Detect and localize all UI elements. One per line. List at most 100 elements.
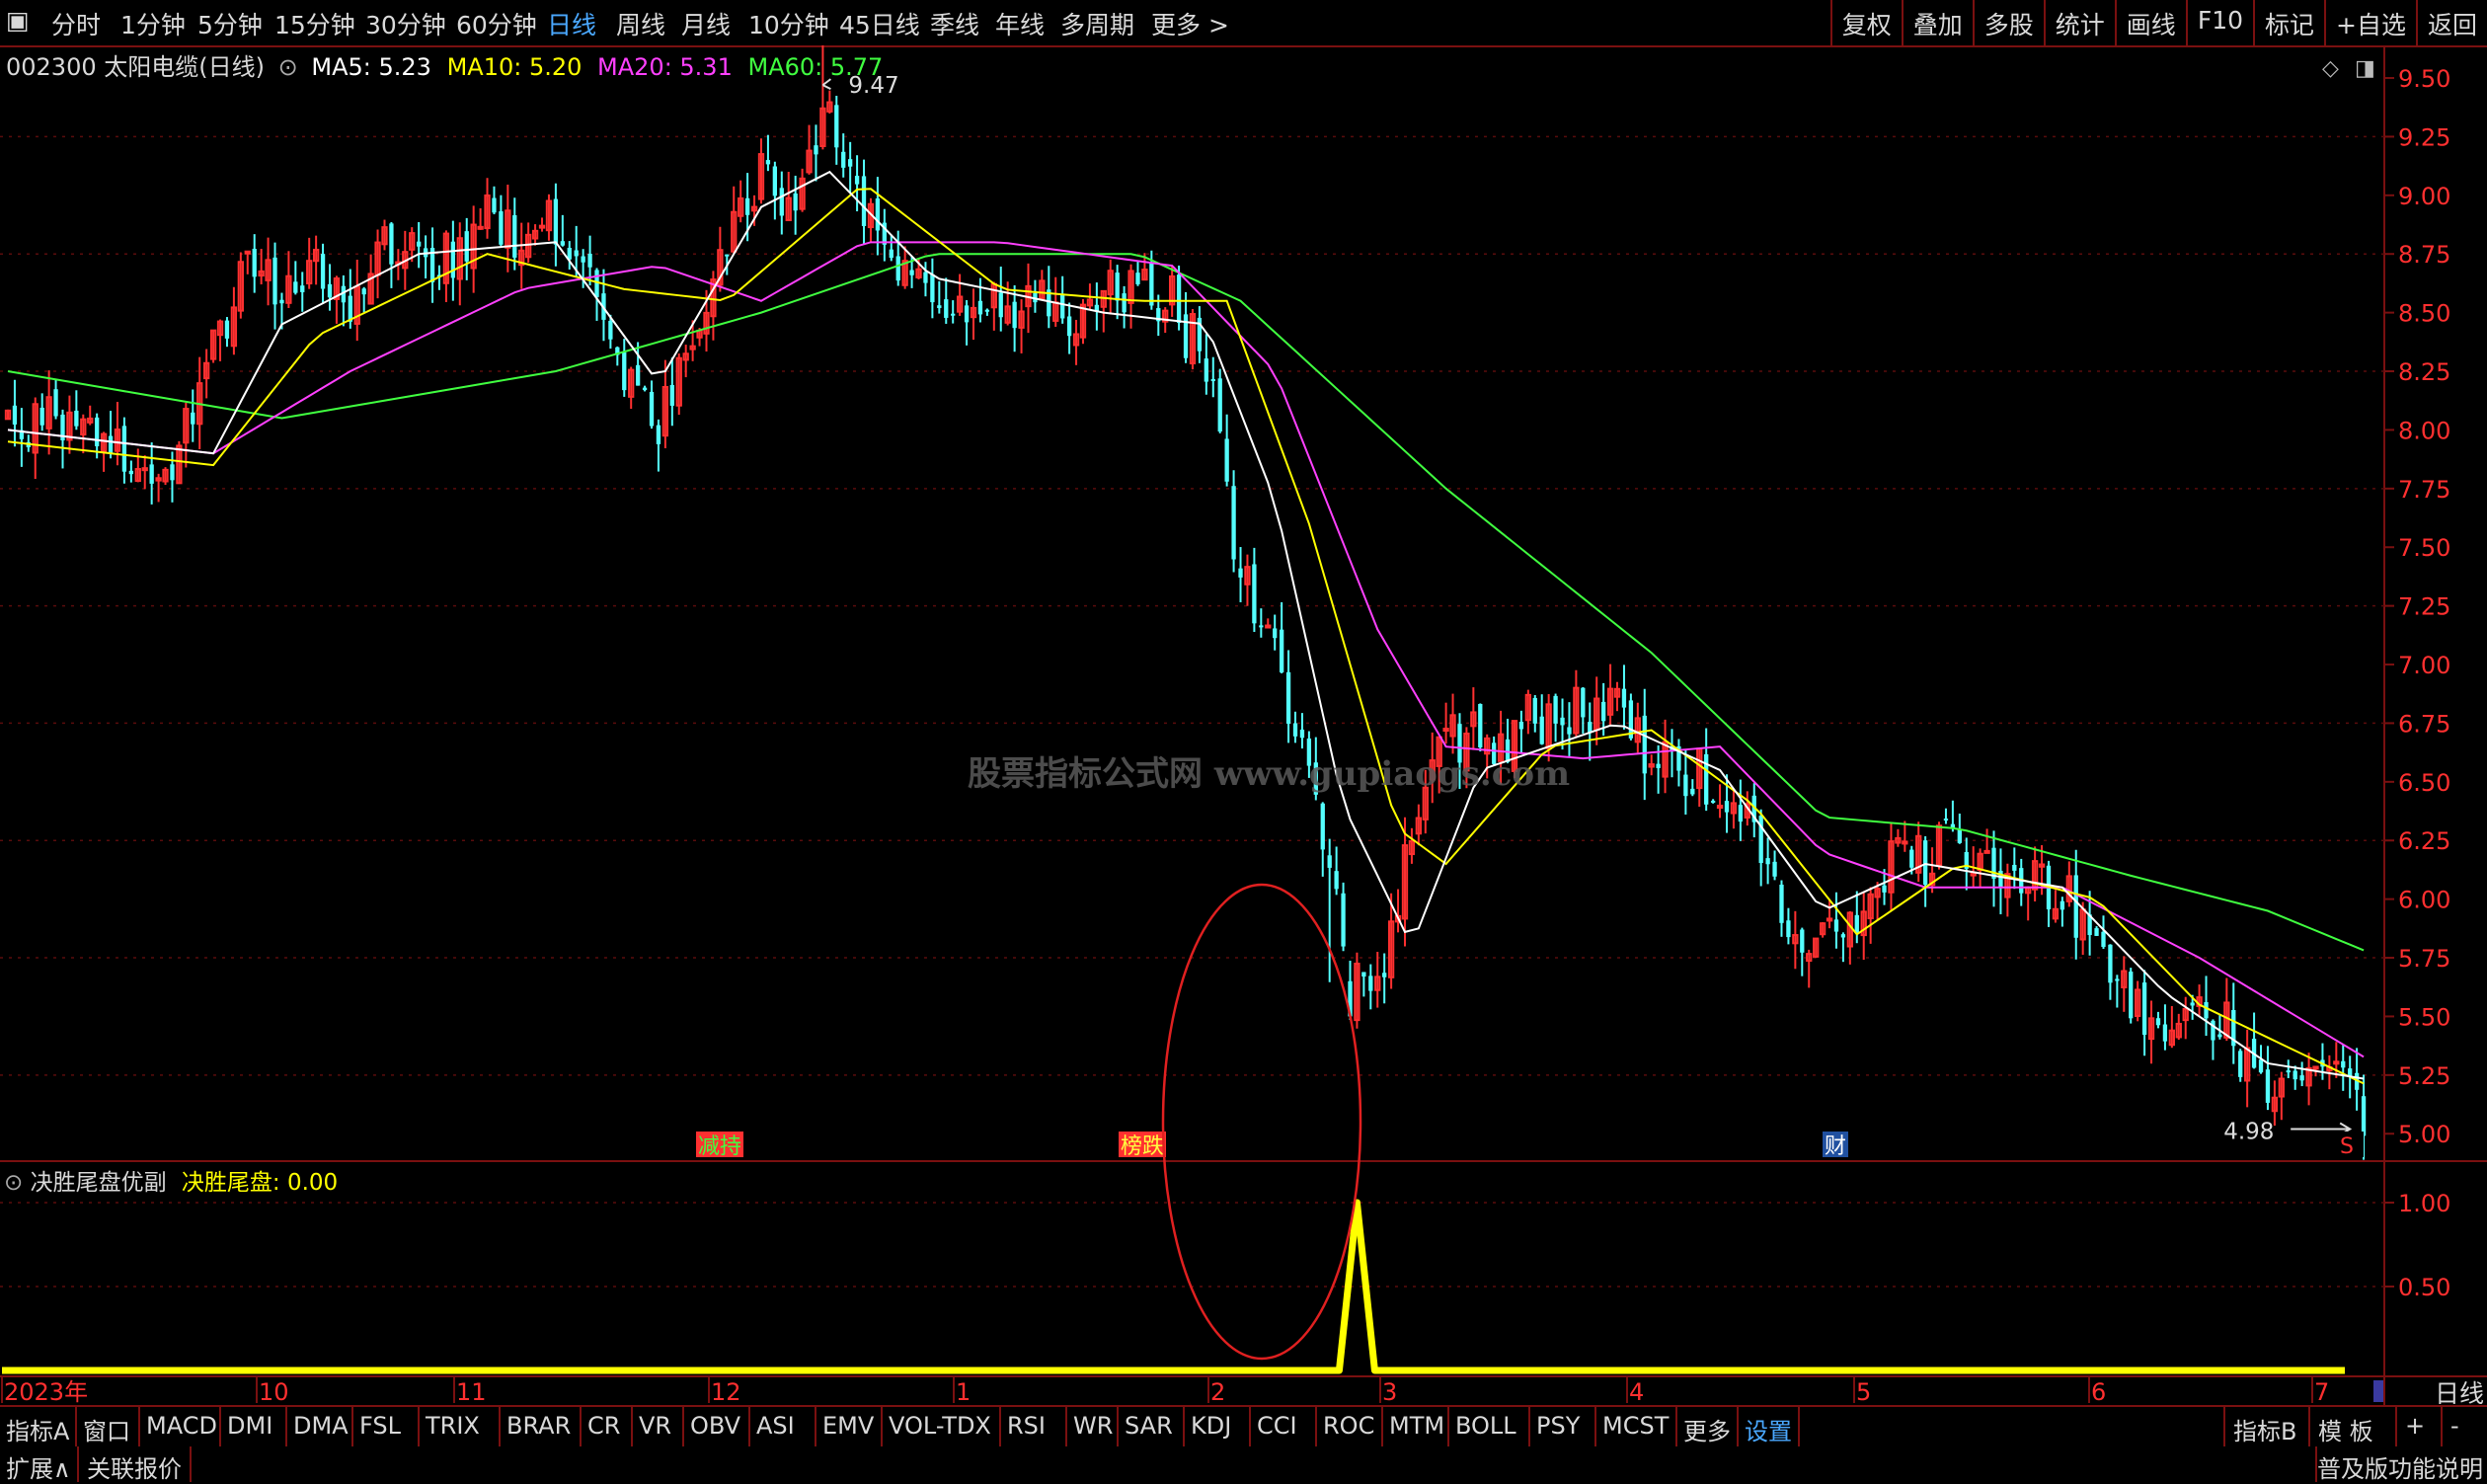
candle-body-down bbox=[1066, 316, 1072, 337]
period-tab-13[interactable]: 多周期 bbox=[1060, 6, 1134, 41]
toolbar-button-8[interactable]: 返回 bbox=[2415, 0, 2487, 45]
candle-body-down bbox=[1273, 628, 1278, 639]
candle-body-down bbox=[1581, 687, 1586, 718]
candle-body-down bbox=[2258, 1059, 2264, 1073]
candle-body-down bbox=[1567, 727, 1572, 735]
candle-body-down bbox=[889, 249, 894, 259]
candle-body-down bbox=[128, 470, 134, 475]
candle-body-down bbox=[1122, 293, 1127, 313]
candle-body-up bbox=[1442, 728, 1449, 733]
period-tab-5[interactable]: 60分钟 bbox=[456, 6, 537, 41]
candle-body-down bbox=[1957, 829, 1962, 843]
indicator-tab-12[interactable]: EMV bbox=[822, 1412, 874, 1440]
indicator-tab-16[interactable]: SAR bbox=[1125, 1412, 1173, 1440]
indicator-name: 决胜尾盘优副 bbox=[30, 1170, 167, 1196]
indicator-tab-24[interactable]: 更多 bbox=[1683, 1412, 1731, 1446]
indicator-tab-6[interactable]: TRIX bbox=[426, 1412, 480, 1440]
indicator-tab-9[interactable]: VR bbox=[639, 1412, 671, 1440]
indicator-tab-18[interactable]: CCI bbox=[1257, 1412, 1297, 1440]
indicator-tab-7[interactable]: BRAR bbox=[506, 1412, 571, 1440]
candle-body-down bbox=[348, 295, 352, 322]
indicator-tab-13[interactable]: VOL-TDX bbox=[889, 1412, 991, 1440]
related-quote-button[interactable]: 关联报价 bbox=[87, 1449, 182, 1484]
candle-body-down bbox=[895, 256, 900, 281]
candle-body-down bbox=[1012, 301, 1017, 329]
edition-info-link[interactable]: 普及版功能说明 bbox=[2317, 1449, 2483, 1484]
candle-body-down bbox=[272, 257, 277, 305]
indicator-tab-14[interactable]: RSI bbox=[1007, 1412, 1046, 1440]
panel-toggle-icon[interactable]: ▣ bbox=[6, 6, 30, 35]
period-tab-1[interactable]: 1分钟 bbox=[120, 6, 186, 41]
period-tab-0[interactable]: 分时 bbox=[51, 6, 101, 41]
candle-body-down bbox=[772, 166, 778, 196]
indicator-tab-1[interactable]: 窗口 bbox=[83, 1412, 130, 1446]
toolbar-button-4[interactable]: 画线 bbox=[2114, 0, 2186, 45]
indicator-tab-8[interactable]: CR bbox=[587, 1412, 620, 1440]
indicator-tab-15[interactable]: WR bbox=[1073, 1412, 1113, 1440]
price-tick-label: 6.00 bbox=[2398, 887, 2450, 914]
kline-chart[interactable]: 9.47 4.98 减持 榜跌 财 S ◇ ◨ 9.50 9.25 9.00 8.75 8.50 8.2… bbox=[0, 45, 2487, 1405]
period-tab-10[interactable]: 45日线 bbox=[839, 6, 920, 41]
indicator-tab-0[interactable]: 指标A bbox=[6, 1412, 69, 1446]
indicator-tab-11[interactable]: ASI bbox=[756, 1412, 795, 1440]
period-tab-8[interactable]: 月线 bbox=[681, 6, 731, 41]
price-tick-label: 8.75 bbox=[2398, 241, 2450, 269]
toolbar-button-0[interactable]: 复权 bbox=[1829, 0, 1902, 45]
period-tab-12[interactable]: 年线 bbox=[995, 6, 1045, 41]
toolbar-button-2[interactable]: 多股 bbox=[1972, 0, 2044, 45]
candle-body-down bbox=[389, 223, 394, 265]
indicator-tab-21[interactable]: BOLL bbox=[1455, 1412, 1516, 1440]
indicator-info-line: ⊙ 决胜尾盘优副 决胜尾盘: 0.00 bbox=[4, 1163, 338, 1197]
candle-body-down bbox=[977, 300, 983, 315]
period-tab-14[interactable]: 更多 > bbox=[1151, 6, 1229, 41]
period-label[interactable]: 日线 bbox=[2435, 1379, 2484, 1405]
toolbar-button-5[interactable]: F10 bbox=[2185, 0, 2253, 45]
dropdown-circle-icon[interactable]: ⊙ bbox=[4, 1170, 23, 1196]
candle-body-down bbox=[854, 176, 860, 185]
period-tab-6[interactable]: 日线 bbox=[547, 6, 596, 41]
bottom-right-button-0[interactable]: 指标B bbox=[2233, 1412, 2296, 1446]
candle-body-down bbox=[1532, 697, 1537, 724]
toolbar-button-6[interactable]: 标记 bbox=[2253, 0, 2324, 45]
period-tab-3[interactable]: 15分钟 bbox=[274, 6, 355, 41]
time-label: 5 bbox=[1856, 1378, 1871, 1405]
candle-body-down bbox=[2101, 931, 2106, 948]
toolbar-button-7[interactable]: +自选 bbox=[2324, 0, 2416, 45]
candle-body-down bbox=[1238, 568, 1243, 578]
indicator-tab-4[interactable]: DMA bbox=[293, 1412, 349, 1440]
indicator-tab-2[interactable]: MACD bbox=[146, 1412, 217, 1440]
panel-icon: ◨ bbox=[2355, 56, 2375, 81]
indicator-tab-3[interactable]: DMI bbox=[227, 1412, 272, 1440]
candle-body-up bbox=[2312, 1065, 2319, 1070]
candle-body-down bbox=[1922, 840, 1928, 886]
period-tab-7[interactable]: 周线 bbox=[616, 6, 665, 41]
indicator-tab-17[interactable]: KDJ bbox=[1191, 1412, 1231, 1440]
expand-button[interactable]: 扩展∧ bbox=[6, 1449, 71, 1484]
candle-body-down bbox=[779, 188, 784, 216]
toolbar-button-3[interactable]: 统计 bbox=[2043, 0, 2115, 45]
period-tab-4[interactable]: 30分钟 bbox=[365, 6, 446, 41]
bottom-right-button-1[interactable]: 模 板 bbox=[2318, 1412, 2373, 1446]
candle-body-down bbox=[814, 145, 818, 155]
indicator-tab-5[interactable]: FSL bbox=[359, 1412, 401, 1440]
period-tab-9[interactable]: 10分钟 bbox=[748, 6, 829, 41]
indicator-tab-23[interactable]: MCST bbox=[1602, 1412, 1669, 1440]
indicator-tab-25[interactable]: 设置 bbox=[1745, 1412, 1792, 1446]
indicator-tab-22[interactable]: PSY bbox=[1536, 1412, 1580, 1440]
indicator-tab-19[interactable]: ROC bbox=[1323, 1412, 1374, 1440]
indicator-tab-20[interactable]: MTM bbox=[1389, 1412, 1444, 1440]
candle-body-down bbox=[12, 405, 18, 425]
candle-body-down bbox=[450, 241, 456, 278]
candle-body-down bbox=[1204, 358, 1208, 382]
candle-body-down bbox=[1368, 976, 1373, 991]
candle-body-down bbox=[327, 283, 333, 298]
bottom-right-button-2[interactable]: + bbox=[2405, 1412, 2425, 1440]
candle-body-down bbox=[1320, 803, 1325, 850]
period-tab-2[interactable]: 5分钟 bbox=[197, 6, 263, 41]
period-tab-11[interactable]: 季线 bbox=[930, 6, 979, 41]
bottom-right-button-3[interactable]: - bbox=[2450, 1412, 2459, 1440]
indicator-tab-10[interactable]: OBV bbox=[690, 1412, 740, 1440]
toolbar-button-1[interactable]: 叠加 bbox=[1901, 0, 1973, 45]
candle-body-up bbox=[244, 250, 251, 255]
candle-body-down bbox=[1772, 861, 1777, 877]
